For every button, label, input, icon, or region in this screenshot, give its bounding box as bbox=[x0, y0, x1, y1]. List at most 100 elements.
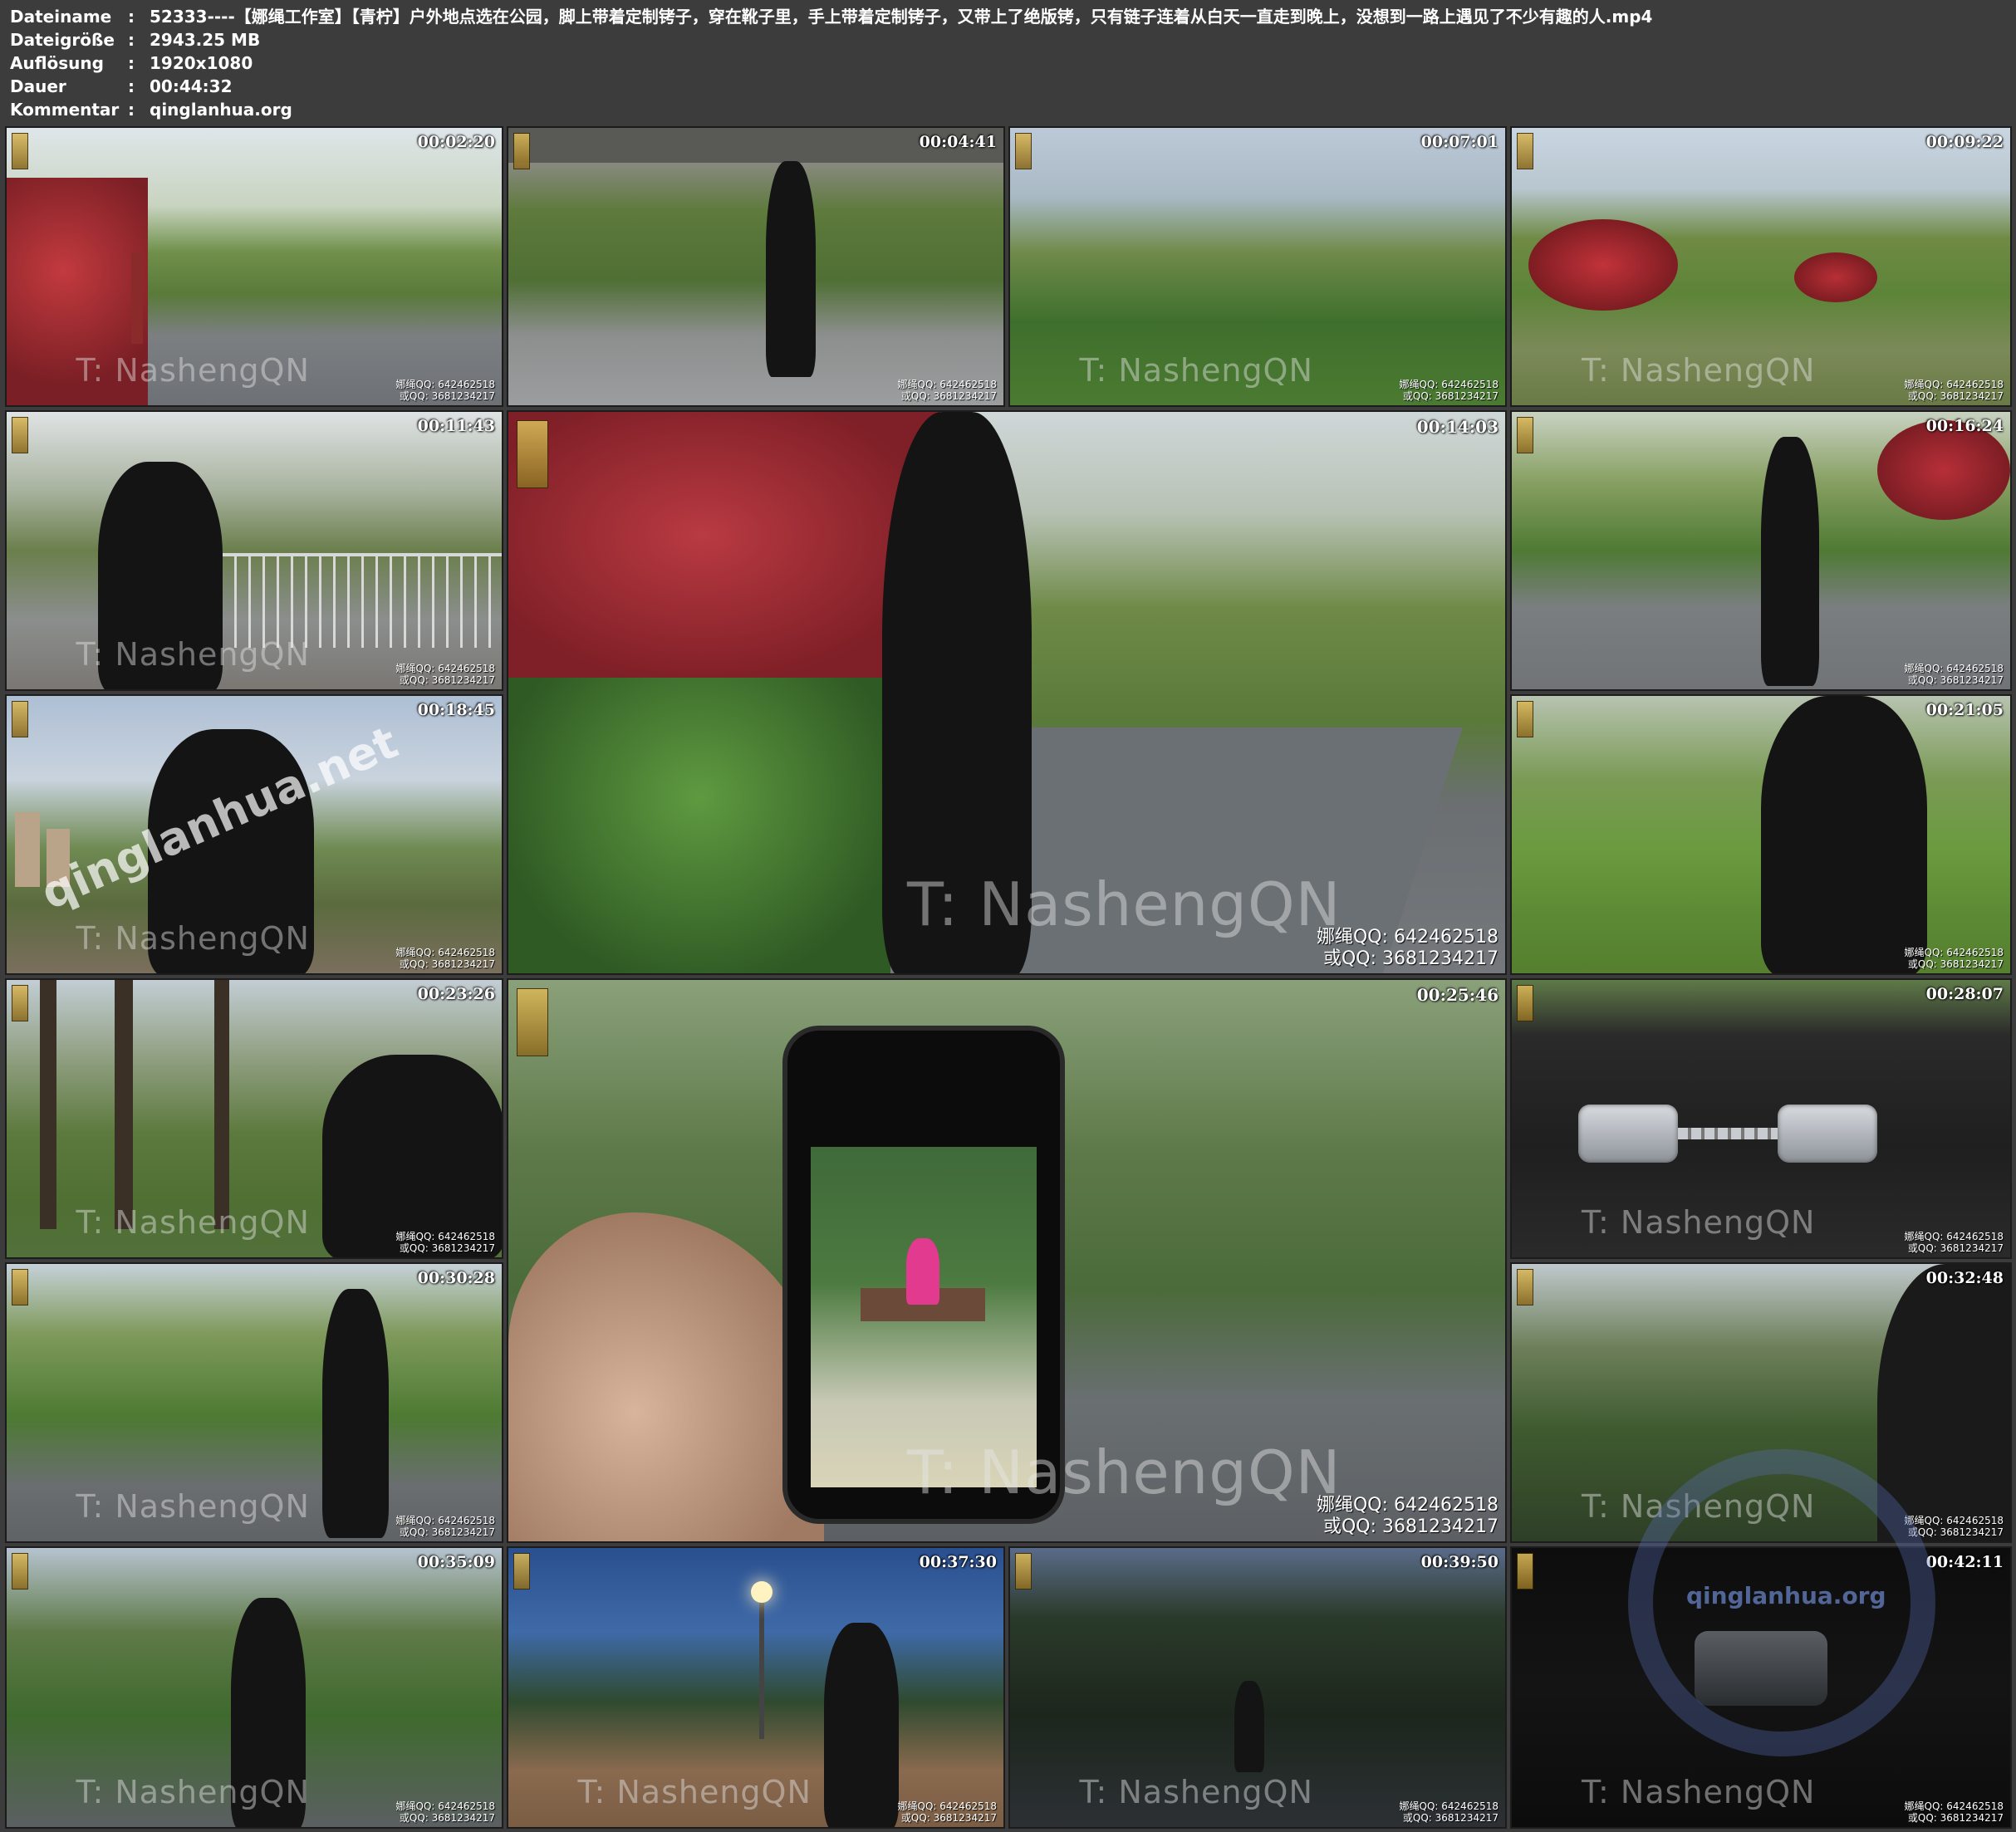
qq-line-1: 娜绳QQ: 642462518 bbox=[395, 1515, 495, 1526]
file-metadata: Dateiname : 52333----【娜绳工作室】【青柠】户外地点选在公园… bbox=[10, 5, 2004, 121]
frame-watermark: T: NashengQN bbox=[1582, 1203, 1816, 1241]
qq-line-2: 或QQ: 3681234217 bbox=[1907, 1812, 2004, 1824]
qq-line-1: 娜绳QQ: 642462518 bbox=[1904, 379, 2004, 390]
frame-timestamp: 00:32:48 bbox=[1925, 1269, 2004, 1287]
thumbnail-frame[interactable]: 00:21:05 娜绳QQ: 642462518 或QQ: 3681234217 bbox=[1510, 694, 2012, 975]
thumbnail-frame[interactable]: 00:30:28 T: NashengQN 娜绳QQ: 642462518 或Q… bbox=[5, 1262, 503, 1543]
qq-line-2: 或QQ: 3681234217 bbox=[399, 958, 495, 970]
thumbnail-frame[interactable]: 00:16:24 娜绳QQ: 642462518 或QQ: 3681234217 bbox=[1510, 410, 2012, 691]
frame-watermark: T: NashengQN bbox=[76, 635, 310, 673]
qq-line-1: 娜绳QQ: 642462518 bbox=[395, 1231, 495, 1242]
qq-contact: 娜绳QQ: 642462518 或QQ: 3681234217 bbox=[1400, 1800, 1499, 1824]
qq-line-1: 娜绳QQ: 642462518 bbox=[395, 947, 495, 958]
frame-timestamp: 00:23:26 bbox=[417, 985, 495, 1003]
frame-timestamp: 00:14:03 bbox=[1416, 417, 1499, 437]
frame-timestamp: 00:25:46 bbox=[1416, 985, 1499, 1005]
thumbnail-frame[interactable]: 00:04:41 娜绳QQ: 642462518 或QQ: 3681234217 bbox=[507, 126, 1005, 407]
qq-line-2: 或QQ: 3681234217 bbox=[399, 674, 495, 686]
thumbnail-frame[interactable]: 00:09:22 T: NashengQN 娜绳QQ: 642462518 或Q… bbox=[1510, 126, 2012, 407]
frame-timestamp: 00:07:01 bbox=[1420, 133, 1499, 151]
qq-line-2: 或QQ: 3681234217 bbox=[900, 390, 997, 402]
studio-logo bbox=[12, 417, 28, 453]
qq-contact: 娜绳QQ: 642462518 或QQ: 3681234217 bbox=[396, 1515, 495, 1538]
qq-contact: 娜绳QQ: 642462518 或QQ: 3681234217 bbox=[898, 379, 997, 402]
meta-separator: : bbox=[128, 100, 135, 120]
frame-timestamp: 00:21:05 bbox=[1925, 701, 2004, 719]
frame-watermark: T: NashengQN bbox=[76, 1773, 310, 1810]
studio-logo bbox=[1517, 417, 1533, 453]
qq-line-1: 娜绳QQ: 642462518 bbox=[1399, 1800, 1499, 1812]
qq-line-1: 娜绳QQ: 642462518 bbox=[1316, 1495, 1499, 1516]
qq-contact: 娜绳QQ: 642462518 或QQ: 3681234217 bbox=[1905, 1800, 2004, 1824]
frame-watermark: T: NashengQN bbox=[577, 1773, 812, 1810]
studio-logo bbox=[517, 988, 548, 1056]
frame-watermark: T: NashengQN bbox=[76, 351, 310, 389]
studio-logo bbox=[1517, 701, 1533, 737]
studio-logo bbox=[12, 701, 28, 737]
frame-timestamp: 00:11:43 bbox=[417, 417, 495, 435]
qq-contact: 娜绳QQ: 642462518 或QQ: 3681234217 bbox=[1317, 927, 1499, 970]
thumbnail-frame[interactable]: 00:35:09 T: NashengQN 娜绳QQ: 642462518 或Q… bbox=[5, 1546, 503, 1829]
meta-separator: : bbox=[128, 30, 135, 50]
qq-contact: 娜绳QQ: 642462518 或QQ: 3681234217 bbox=[1400, 379, 1499, 402]
studio-logo bbox=[1517, 1269, 1533, 1305]
studio-logo bbox=[1517, 133, 1533, 169]
qq-contact: 娜绳QQ: 642462518 或QQ: 3681234217 bbox=[396, 1231, 495, 1254]
phone-screen bbox=[811, 1147, 1037, 1487]
thumbnail-frame[interactable]: 00:02:20 T: NashengQN 娜绳QQ: 642462518 或Q… bbox=[5, 126, 503, 407]
studio-logo bbox=[12, 985, 28, 1021]
qq-line-2: 或QQ: 3681234217 bbox=[1907, 958, 2004, 970]
qq-line-2: 或QQ: 3681234217 bbox=[399, 1812, 495, 1824]
qq-contact: 娜绳QQ: 642462518 或QQ: 3681234217 bbox=[1905, 1231, 2004, 1254]
qq-contact: 娜绳QQ: 642462518 或QQ: 3681234217 bbox=[1905, 947, 2004, 970]
qq-line-1: 娜绳QQ: 642462518 bbox=[897, 379, 997, 390]
qq-line-2: 或QQ: 3681234217 bbox=[900, 1812, 997, 1824]
frame-watermark: T: NashengQN bbox=[1582, 1773, 1816, 1810]
contact-sheet: Dateiname : 52333----【娜绳工作室】【青柠】户外地点选在公园… bbox=[0, 0, 2016, 1832]
qq-line-1: 娜绳QQ: 642462518 bbox=[1904, 947, 2004, 958]
frame-timestamp: 00:28:07 bbox=[1925, 985, 2004, 1003]
studio-logo bbox=[1015, 133, 1032, 169]
frame-watermark: T: NashengQN bbox=[1079, 1773, 1313, 1810]
qq-line-2: 或QQ: 3681234217 bbox=[1907, 390, 2004, 402]
thumbnail-frame[interactable]: 00:39:50 T: NashengQN 娜绳QQ: 642462518 或Q… bbox=[1008, 1546, 1507, 1829]
studio-logo bbox=[517, 420, 548, 488]
qq-contact: 娜绳QQ: 642462518 或QQ: 3681234217 bbox=[1905, 663, 2004, 686]
studio-logo bbox=[12, 1269, 28, 1305]
studio-logo bbox=[1517, 985, 1533, 1021]
frame-timestamp: 00:37:30 bbox=[919, 1553, 997, 1571]
qq-line-1: 娜绳QQ: 642462518 bbox=[395, 663, 495, 674]
thumbnail-frame[interactable]: 00:11:43 T: NashengQN 娜绳QQ: 642462518 或Q… bbox=[5, 410, 503, 691]
frame-timestamp: 00:35:09 bbox=[417, 1553, 495, 1571]
meta-key: Kommentar bbox=[10, 100, 120, 120]
thumbnail-frame[interactable]: 00:37:30 T: NashengQN 娜绳QQ: 642462518 或Q… bbox=[507, 1546, 1005, 1829]
meta-value: qinglanhua.org bbox=[150, 100, 292, 120]
meta-value: 00:44:32 bbox=[150, 76, 233, 96]
frame-watermark: T: NashengQN bbox=[1079, 351, 1313, 389]
studio-logo bbox=[12, 133, 28, 169]
thumbnail-frame[interactable]: 00:23:26 T: NashengQN 娜绳QQ: 642462518 或Q… bbox=[5, 978, 503, 1259]
frame-watermark: T: NashengQN bbox=[76, 1203, 310, 1241]
qq-line-2: 或QQ: 3681234217 bbox=[1322, 948, 1499, 969]
thumbnail-frame[interactable]: 00:28:07 T: NashengQN 娜绳QQ: 642462518 或Q… bbox=[1510, 978, 2012, 1259]
meta-value: 2943.25 MB bbox=[150, 30, 261, 50]
frame-timestamp: 00:09:22 bbox=[1925, 133, 2004, 151]
qq-contact: 娜绳QQ: 642462518 或QQ: 3681234217 bbox=[396, 1800, 495, 1824]
frame-timestamp: 00:30:28 bbox=[417, 1269, 495, 1287]
thumbnail-frame-large[interactable]: 00:14:03 T: NashengQN 娜绳QQ: 642462518 或Q… bbox=[507, 410, 1507, 975]
frame-watermark: T: NashengQN bbox=[907, 869, 1342, 940]
thumbnail-frame[interactable]: 00:07:01 T: NashengQN 娜绳QQ: 642462518 或Q… bbox=[1008, 126, 1507, 407]
qq-line-1: 娜绳QQ: 642462518 bbox=[395, 1800, 495, 1812]
meta-separator: : bbox=[128, 76, 135, 96]
qq-contact: 娜绳QQ: 642462518 或QQ: 3681234217 bbox=[396, 947, 495, 970]
meta-row-filename: Dateiname : 52333----【娜绳工作室】【青柠】户外地点选在公园… bbox=[10, 5, 2004, 28]
thumbnail-frame-large[interactable]: 00:25:46 T: NashengQN 娜绳QQ: 642462518 或Q… bbox=[507, 978, 1507, 1543]
frame-timestamp: 00:18:45 bbox=[417, 701, 495, 719]
qq-line-2: 或QQ: 3681234217 bbox=[399, 390, 495, 402]
thumbnail-frame[interactable]: 00:18:45 T: NashengQN 娜绳QQ: 642462518 或Q… bbox=[5, 694, 503, 975]
frame-timestamp: 00:39:50 bbox=[1420, 1553, 1499, 1571]
meta-separator: : bbox=[128, 7, 135, 27]
frame-timestamp: 00:42:11 bbox=[1925, 1553, 2004, 1571]
corner-watermark-text: qinglanhua.org bbox=[1686, 1582, 1886, 1609]
frame-watermark: T: NashengQN bbox=[1582, 351, 1816, 389]
